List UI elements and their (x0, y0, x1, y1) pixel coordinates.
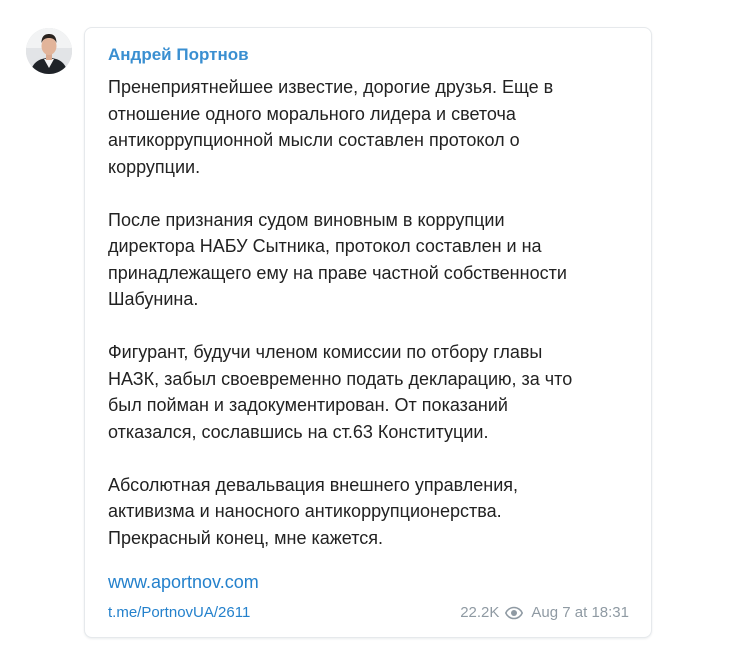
telegram-post-view: Андрей Портнов Пренеприятнейшее известие… (0, 0, 743, 672)
views-count: 22.2K (460, 604, 500, 621)
message-meta: 22.2K Aug 7 at 18:31 (460, 603, 629, 623)
author-avatar[interactable] (26, 28, 72, 74)
eye-icon (505, 606, 524, 620)
author-name[interactable]: Андрей Портнов (108, 45, 249, 65)
post-date: Aug 7 at 18:31 (531, 604, 629, 621)
message-bubble: Андрей Портнов Пренеприятнейшее известие… (84, 27, 652, 638)
post-permalink[interactable]: t.me/PortnovUA/2611 (108, 603, 250, 623)
message-paragraph-2: После признания судом виновным в коррупц… (108, 209, 567, 310)
avatar-photo (26, 28, 72, 74)
message-paragraph-4: Абсолютная девальвация внешнего управлен… (108, 474, 518, 548)
website-link[interactable]: www.aportnov.com (108, 571, 259, 593)
message-paragraph-1: Пренеприятнейшее известие, дорогие друзь… (108, 77, 554, 177)
message-text: Пренеприятнейшее известие, дорогие друзь… (108, 74, 638, 578)
message-footer: t.me/PortnovUA/2611 22.2K Aug 7 at 18:31 (108, 603, 629, 623)
message-paragraph-3: Фигурант, будучи членом комиссии по отбо… (108, 342, 573, 442)
